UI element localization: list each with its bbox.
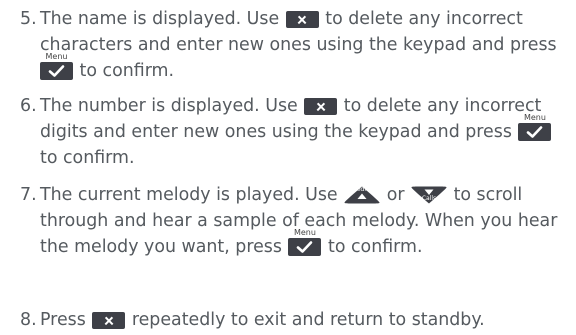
step-text: Press repeatedly to exit and return to s…: [40, 307, 565, 333]
step-text: The current melody is played. Use Redial…: [40, 182, 565, 260]
text-line: The current melody is played. Use Redial…: [40, 185, 523, 205]
text-line: the melody you want, press Menu to confi…: [40, 228, 423, 258]
text-line: Menu to confirm.: [40, 53, 565, 84]
step-text: The number is displayed. Use to delete a…: [40, 93, 565, 171]
text-line: Press repeatedly to exit and return to s…: [40, 310, 485, 330]
step-number: 8.: [20, 310, 37, 330]
delete-key-icon: [92, 312, 126, 329]
calls-down-key-icon: Calls: [411, 186, 447, 204]
text-line: The name is displayed. Use to delete any…: [40, 9, 523, 29]
delete-key-icon: [285, 11, 319, 28]
menu-ok-key-icon: Menu: [40, 53, 73, 80]
text-line: The number is displayed. Use to delete a…: [40, 96, 542, 116]
text-line: digits and enter new ones using the keyp…: [40, 114, 565, 145]
text-line: characters and enter new ones using the …: [40, 35, 557, 55]
step-number: 6.: [20, 96, 37, 116]
step-number: 7.: [20, 185, 37, 205]
menu-ok-key-icon: Menu: [518, 114, 552, 141]
step-text: The name is displayed. Use to delete any…: [40, 6, 565, 84]
text-line: to confirm.: [40, 148, 135, 168]
delete-key-icon: [304, 98, 338, 115]
redial-up-key-icon: Redial: [344, 186, 380, 204]
step-number: 5.: [20, 9, 37, 29]
menu-ok-key-icon: Menu: [288, 229, 322, 256]
